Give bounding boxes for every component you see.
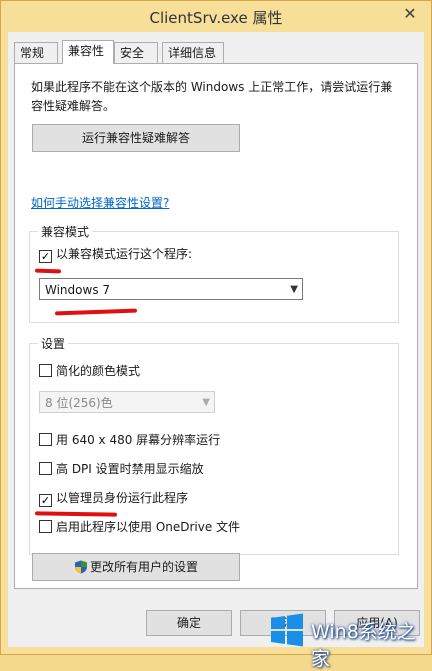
title-bar[interactable]: ClientSrv.exe 属性 ✕ <box>1 1 431 31</box>
compat-mode-checkbox[interactable]: ✓ 以兼容模式运行这个程序: <box>39 246 193 263</box>
onedrive-checkbox[interactable]: 启用此程序以使用 OneDrive 文件 <box>39 519 240 535</box>
color-depth-select: 8 位(256)色 ▼ <box>39 391 215 413</box>
settings-group: 设置 简化的颜色模式 8 位(256)色 ▼ 用 640 x 480 屏幕分辨率… <box>29 335 399 555</box>
dialog-client: 常规 兼容性 安全 详细信息 如果此程序不能在这个版本的 Windows 上正常… <box>8 32 424 647</box>
all-users-label: 更改所有用户的设置 <box>89 560 198 574</box>
compat-mode-group: 兼容模式 ✓ 以兼容模式运行这个程序: Windows 7 ▼ <box>29 223 399 323</box>
os-version-value: Windows 7 <box>45 283 111 297</box>
properties-window: ClientSrv.exe 属性 ✕ 常规 兼容性 安全 详细信息 如果此程序不… <box>0 0 432 670</box>
chevron-down-icon: ▼ <box>202 397 210 408</box>
close-button[interactable]: ✕ <box>397 3 423 25</box>
dpi-check <box>39 462 52 475</box>
troubleshoot-button[interactable]: 运行兼容性疑难解答 <box>32 124 240 152</box>
resolution-check <box>39 433 52 446</box>
resolution-label: 用 640 x 480 屏幕分辨率运行 <box>56 433 221 447</box>
compat-mode-label: 以兼容模式运行这个程序: <box>56 247 193 261</box>
ok-button[interactable]: 确定 <box>146 610 232 636</box>
tab-details[interactable]: 详细信息 <box>162 42 224 63</box>
tab-general[interactable]: 常规 <box>14 42 58 63</box>
admin-label: 以管理员身份运行此程序 <box>56 491 189 505</box>
all-users-button[interactable]: 更改所有用户的设置 <box>32 553 240 581</box>
windows-logo-icon <box>271 613 303 647</box>
chevron-down-icon: ▼ <box>290 284 298 295</box>
resolution-checkbox[interactable]: 用 640 x 480 屏幕分辨率运行 <box>39 432 220 448</box>
os-version-select[interactable]: Windows 7 ▼ <box>39 278 303 300</box>
manual-settings-link[interactable]: 如何手动选择兼容性设置? <box>31 194 169 211</box>
admin-checkbox[interactable]: ✓ 以管理员身份运行此程序 <box>39 490 189 507</box>
uac-shield-icon <box>74 560 87 574</box>
admin-check: ✓ <box>39 494 52 507</box>
compat-mode-check: ✓ <box>39 250 52 263</box>
settings-title: 设置 <box>38 335 69 352</box>
reduced-color-check <box>39 364 52 377</box>
dpi-label: 高 DPI 设置时禁用显示缩放 <box>56 462 204 476</box>
reduced-color-label: 简化的颜色模式 <box>56 364 141 378</box>
dpi-checkbox[interactable]: 高 DPI 设置时禁用显示缩放 <box>39 461 204 477</box>
onedrive-check <box>39 520 52 533</box>
red-annotation-underline <box>34 268 62 274</box>
reduced-color-checkbox[interactable]: 简化的颜色模式 <box>39 363 140 379</box>
compat-description: 如果此程序不能在这个版本的 Windows 上正常工作，请尝试运行兼容性疑难解答… <box>31 80 393 113</box>
compatibility-panel: 如果此程序不能在这个版本的 Windows 上正常工作，请尝试运行兼容性疑难解答… <box>14 63 418 589</box>
compat-mode-title: 兼容模式 <box>38 223 93 240</box>
watermark-text: Win8系统之家 <box>311 621 416 670</box>
tab-security[interactable]: 安全 <box>114 42 158 63</box>
tab-compatibility[interactable]: 兼容性 <box>62 40 114 64</box>
color-depth-value: 8 位(256)色 <box>45 396 113 410</box>
onedrive-label: 启用此程序以使用 OneDrive 文件 <box>56 520 241 534</box>
window-title: ClientSrv.exe 属性 <box>149 9 283 27</box>
